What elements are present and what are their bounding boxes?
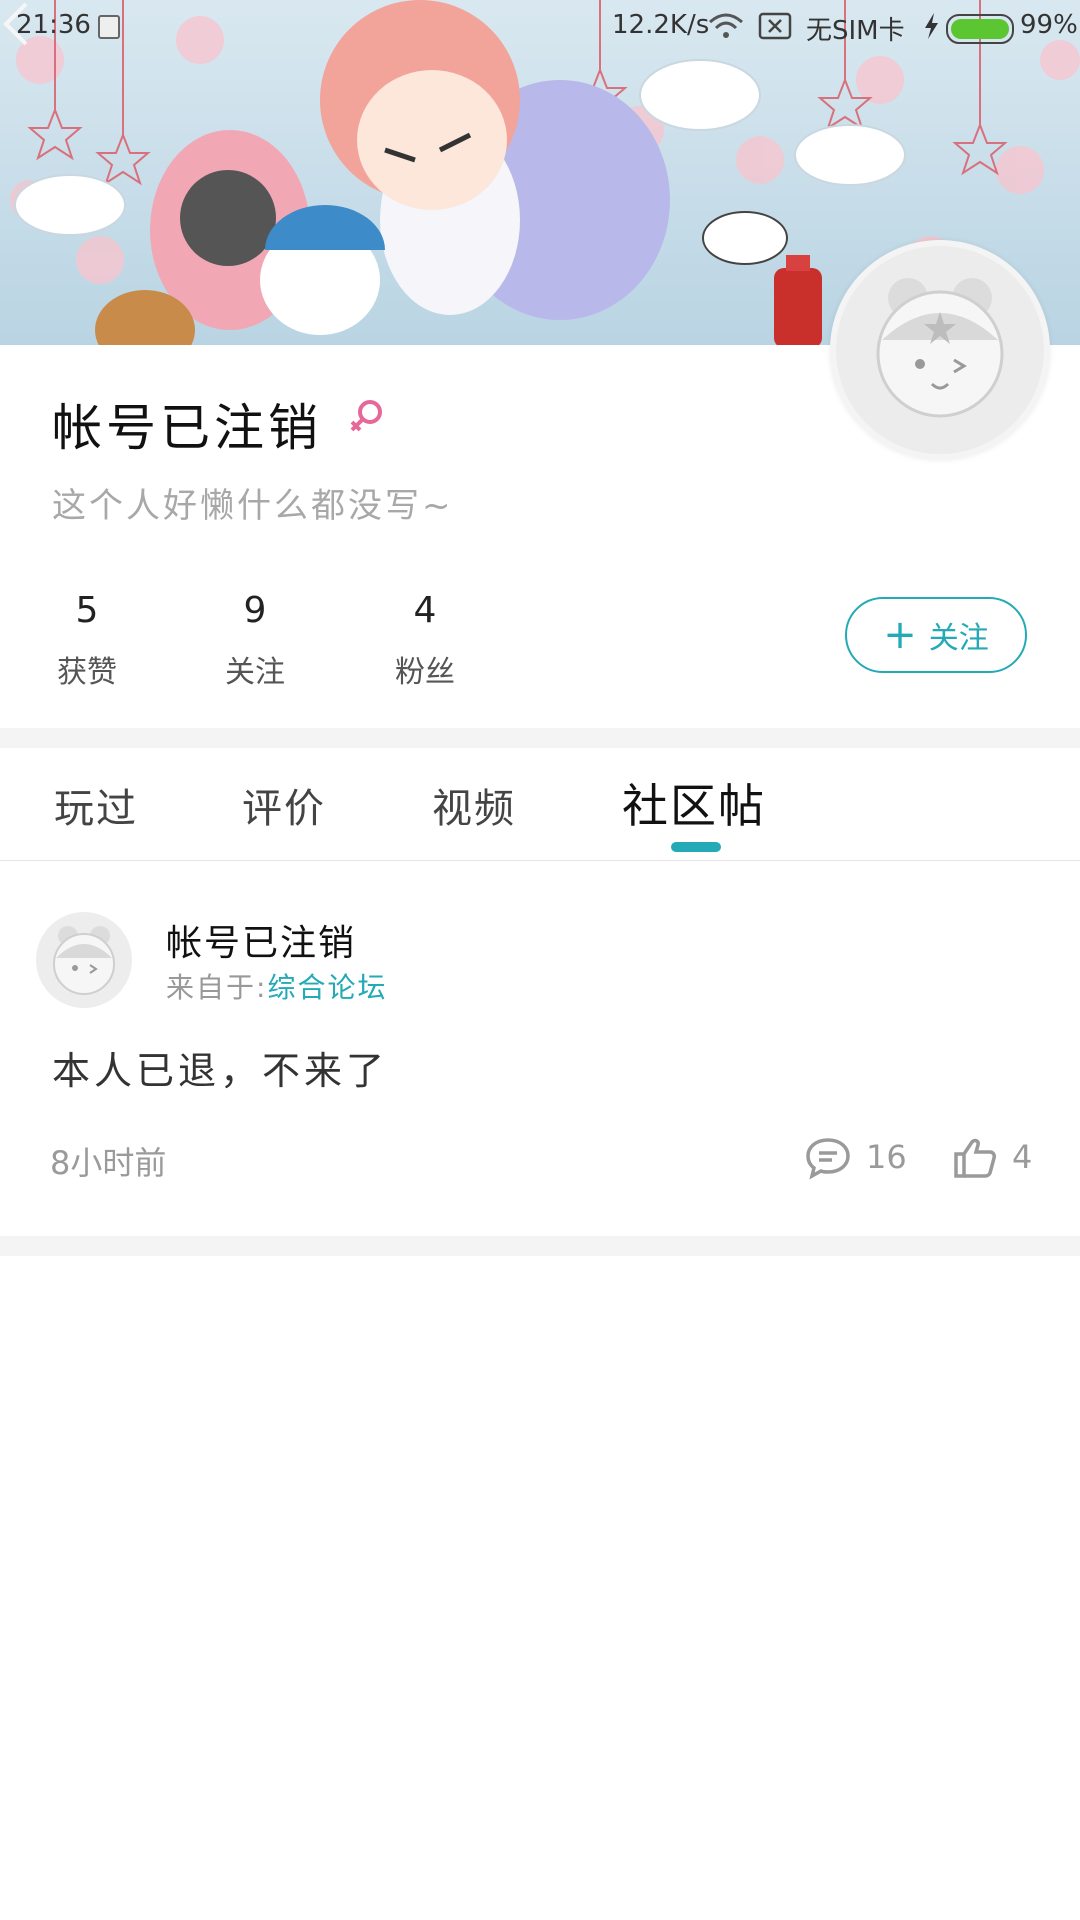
stat-fans-label: 粉丝 [395,655,455,690]
follow-button[interactable]: + 关注 [845,597,1027,673]
sim-status: 无SIM卡 [806,16,905,46]
tab-community-posts[interactable]: 社区帖 [622,770,766,836]
stat-likes-label: 获赞 [57,655,117,690]
stat-likes[interactable]: 5 获赞 [32,590,142,691]
comment-icon[interactable] [804,1136,852,1180]
post-divider [0,1236,1080,1256]
post-timestamp: 8小时前 [50,1144,167,1182]
post-author-name[interactable]: 帐号已注销 [166,914,356,966]
stat-following-label: 关注 [225,655,285,690]
tab-active-indicator [671,842,721,852]
no-sim-icon [758,12,792,40]
back-arrow-icon[interactable] [0,0,30,48]
plus-icon: + [883,612,917,658]
battery-icon [946,14,1014,44]
stat-fans-value: 4 [413,590,437,631]
net-speed: 12.2K/s [612,10,710,40]
post-forum-link[interactable]: 综合论坛 [267,971,387,1004]
tab-videos[interactable]: 视频 [432,776,516,834]
charging-icon [925,13,938,39]
profile-bio: 这个人好懒什么都没写~ [52,486,454,526]
post-content[interactable]: 本人已退，不来了 [52,1040,388,1095]
comment-count: 16 [866,1138,907,1176]
thumbs-up-icon[interactable] [952,1136,998,1180]
battery-percent: 99% [1020,10,1078,40]
stat-following[interactable]: 9 关注 [200,590,310,691]
stat-fans[interactable]: 4 粉丝 [370,590,480,691]
status-bar: 21:36 12.2K/s 无SIM卡 99% [0,0,1080,52]
post-source-prefix: 来自于: [166,971,268,1004]
tab-bar-divider [0,860,1080,861]
mascot-avatar-icon [876,278,1004,418]
wifi-icon [709,13,743,38]
female-gender-icon [350,400,382,432]
mascot-avatar-icon [53,926,115,995]
tab-played[interactable]: 玩过 [54,776,138,834]
section-divider [0,728,1080,748]
stat-following-value: 9 [243,590,267,631]
like-count: 4 [1012,1138,1033,1176]
post-author-avatar[interactable] [36,912,132,1008]
notification-icon [98,15,120,39]
profile-avatar[interactable] [830,240,1050,460]
post-source: 来自于:综合论坛 [166,966,387,1006]
tab-reviews[interactable]: 评价 [242,776,326,834]
follow-button-label: 关注 [928,621,989,656]
stat-likes-value: 5 [75,590,99,631]
profile-name: 帐号已注销 [52,399,322,457]
